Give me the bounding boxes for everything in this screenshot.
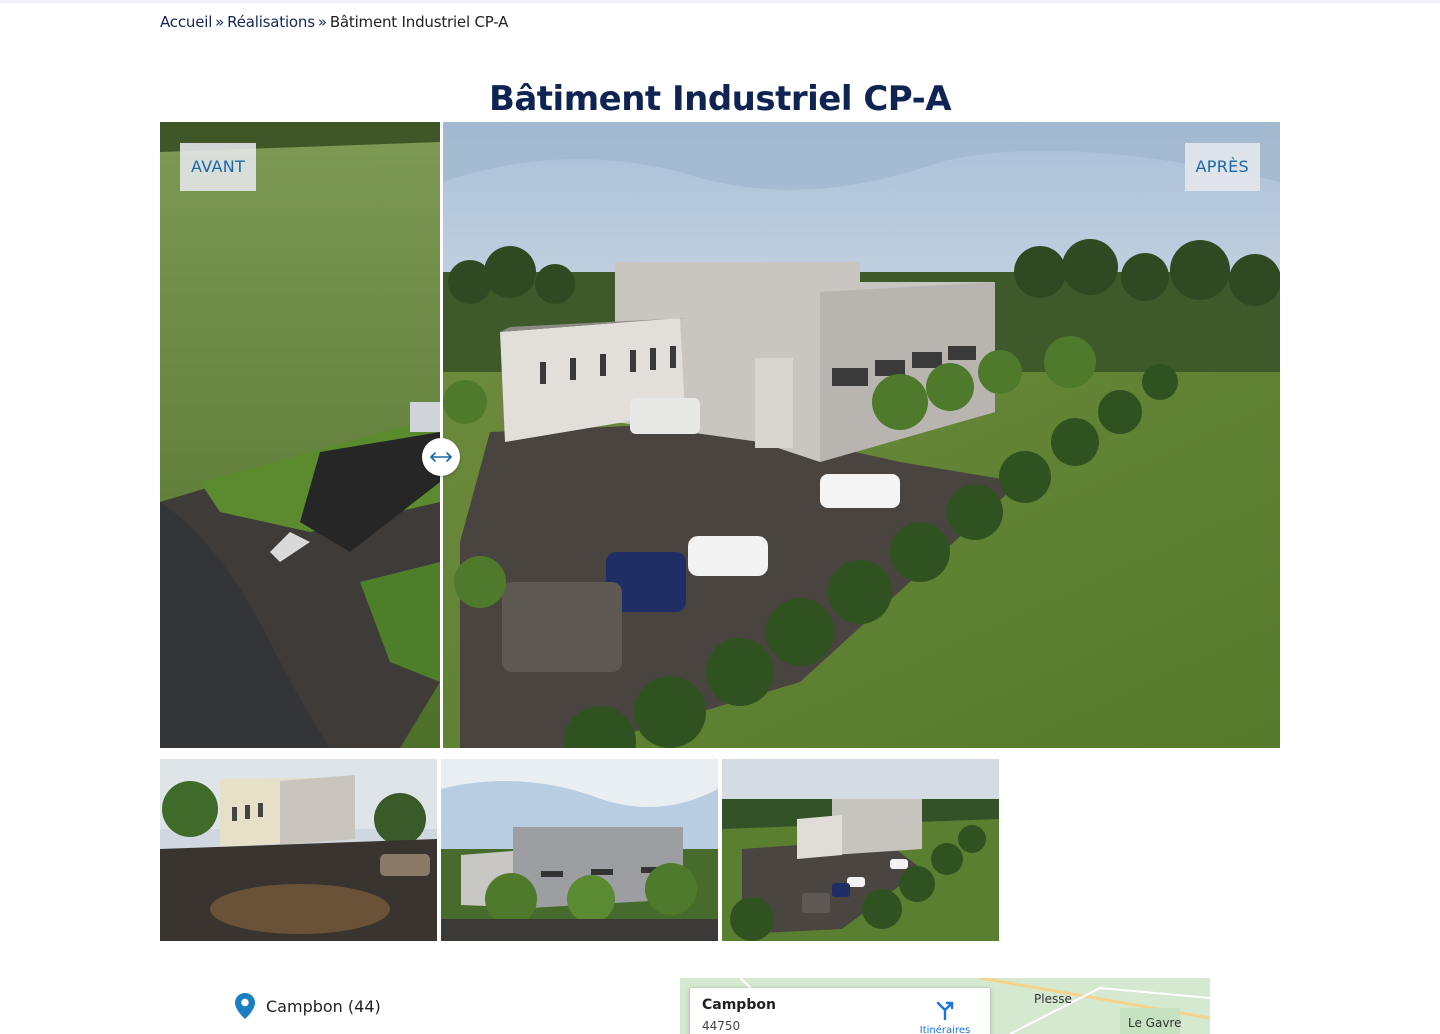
map-pin-icon (235, 993, 255, 1019)
map-info-card: Campbon 44750 Itinéraires (690, 988, 990, 1034)
map-town-label: Plesse (1034, 992, 1072, 1006)
thumbnail-image (441, 759, 718, 941)
left-right-arrow-icon (430, 452, 452, 462)
after-label: APRÈS (1184, 143, 1260, 191)
page-title: Bâtiment Industriel CP-A (488, 78, 952, 119)
breadcrumb-section-link[interactable]: Réalisations (227, 13, 315, 31)
map-directions-button[interactable]: Itinéraires (915, 1000, 975, 1034)
breadcrumb-current: Bâtiment Industriel CP-A (329, 13, 509, 31)
slider-handle[interactable] (422, 438, 460, 476)
location-text: Campbon (44) (266, 996, 381, 1016)
thumbnail-image (160, 759, 437, 941)
map-postal-code: 44750 (702, 1019, 741, 1033)
breadcrumb: Accueil» Réalisations» Bâtiment Industriel… (160, 12, 508, 32)
directions-icon (936, 1001, 954, 1022)
map-directions-label: Itinéraires (919, 1025, 971, 1034)
slider-divider[interactable] (440, 122, 443, 748)
before-after-slider[interactable]: AVANT APRÈS (160, 122, 1280, 748)
project-location: Campbon (44) (234, 992, 381, 1020)
embedded-map[interactable]: Campbon 44750 Itinéraires Plesse Le Gavr… (680, 978, 1210, 1034)
top-border (0, 0, 1440, 3)
thumbnail-3[interactable] (722, 759, 999, 941)
before-label: AVANT (180, 143, 257, 191)
thumbnail-2[interactable] (441, 759, 718, 941)
map-town-label: Le Gavre (1128, 1016, 1182, 1030)
breadcrumb-separator: » (215, 13, 225, 31)
thumbnail-1[interactable] (160, 759, 437, 941)
comparison-image (160, 122, 1280, 748)
breadcrumb-home-link[interactable]: Accueil (160, 13, 212, 31)
breadcrumb-separator: » (317, 13, 327, 31)
thumbnail-image (722, 759, 999, 941)
map-place-name: Campbon (702, 997, 776, 1013)
